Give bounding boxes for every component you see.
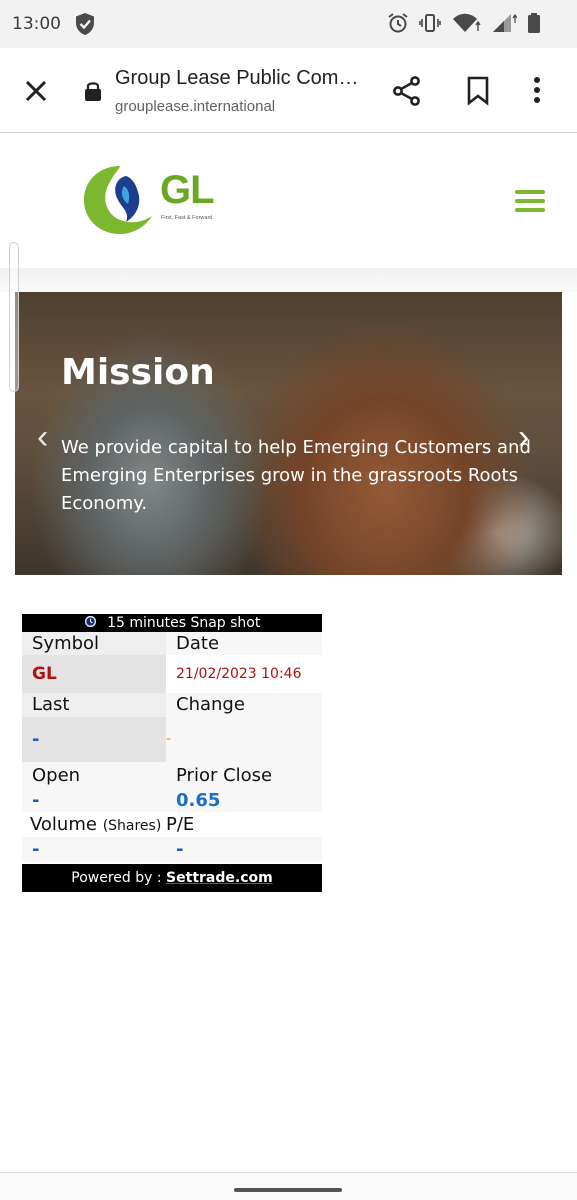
signal-icon (491, 12, 518, 39)
shield-icon (74, 12, 96, 41)
battery-icon (527, 12, 541, 39)
close-icon[interactable] (22, 77, 50, 105)
custom-tab-toolbar: Group Lease Public Com… grouplease.inter… (0, 48, 577, 133)
site-header: GL First, Fast & Forward (0, 134, 577, 268)
date-value: 21/02/2023 10:46 (166, 655, 322, 693)
stock-header: 15 minutes Snap shot (22, 614, 322, 632)
chevron-left-icon[interactable]: ‹ (37, 418, 48, 457)
change-label: Change (166, 693, 322, 717)
page-url[interactable]: grouplease.international (115, 98, 275, 115)
row-last-change-labels: Last Change (22, 693, 322, 717)
open-label: Open (22, 762, 166, 789)
pe-label: P/E (166, 812, 322, 837)
status-icons (387, 12, 541, 39)
wifi-icon (451, 12, 481, 39)
prior-close-value: 0.65 (166, 789, 322, 812)
logo-tagline: First, Fast & Forward (161, 215, 213, 221)
row-open-prior-labels: Open Prior Close (22, 762, 322, 789)
bookmark-icon[interactable] (466, 76, 490, 111)
menu-icon[interactable] (515, 190, 545, 212)
volume-unit: (Shares) (102, 818, 162, 834)
logo-text: GL (160, 168, 215, 212)
hero-title: Mission (61, 352, 215, 393)
share-icon[interactable] (392, 76, 422, 111)
volume-label-cell: Volume (Shares) (22, 812, 166, 837)
header-shadow (0, 268, 577, 292)
last-label: Last (22, 693, 166, 717)
status-bar: 13:00 (0, 0, 577, 48)
row-open-prior-values: - 0.65 (22, 789, 322, 812)
vibrate-icon (419, 12, 441, 39)
lock-icon[interactable] (84, 80, 102, 107)
date-label: Date (166, 632, 322, 655)
more-options-icon[interactable] (532, 76, 542, 111)
row-symbol-date-labels: Symbol Date (22, 632, 322, 655)
home-gesture-handle[interactable] (234, 1188, 342, 1192)
stock-header-label: 15 minutes Snap shot (107, 615, 261, 631)
row-symbol-date-values: GL 21/02/2023 10:46 (22, 655, 322, 693)
chevron-right-icon[interactable]: › (518, 418, 529, 457)
change-value: - (166, 717, 322, 762)
clock-icon (84, 615, 107, 631)
symbol-value[interactable]: GL (22, 655, 166, 693)
pe-value: - (166, 837, 322, 862)
last-value: - (22, 717, 166, 762)
scrollbar[interactable] (9, 242, 19, 392)
alarm-icon (387, 12, 409, 39)
settrade-link[interactable]: Settrade.com (166, 870, 273, 886)
stock-widget: 15 minutes Snap shot Symbol Date GL 21/0… (22, 614, 322, 892)
row-last-change-values: - - (22, 717, 322, 762)
page-title[interactable]: Group Lease Public Com… (115, 67, 358, 90)
stock-footer: Powered by : Settrade.com (22, 864, 322, 892)
status-time: 13:00 (12, 14, 61, 34)
hero-text: We provide capital to help Emerging Cust… (61, 437, 531, 514)
symbol-label: Symbol (22, 632, 166, 655)
row-volume-pe-labels: Volume (Shares) P/E (22, 812, 322, 837)
hero-slider[interactable]: Mission We provide capital to help Emerg… (15, 292, 562, 575)
open-value: - (22, 789, 166, 812)
gl-logo-icon[interactable] (80, 160, 160, 245)
navigation-bar (0, 1172, 577, 1200)
prior-close-label: Prior Close (166, 762, 322, 789)
volume-value: - (22, 837, 166, 862)
row-volume-pe-values: - - (22, 837, 322, 862)
volume-label: Volume (30, 814, 97, 835)
powered-by-label: Powered by : (71, 870, 162, 886)
